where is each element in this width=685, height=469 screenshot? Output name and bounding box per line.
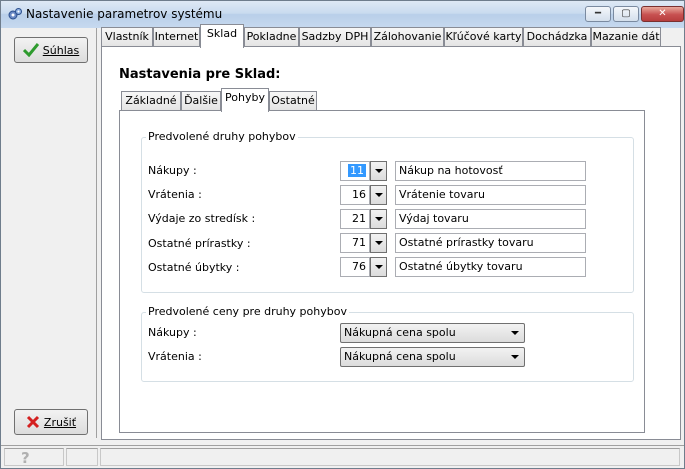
help-icon: ? [21,449,30,465]
tab-label: Sklad [206,27,238,40]
label-price-vratenia: Vrátenia : [148,350,202,363]
label-ostatne-ubytky: Ostatné úbytky : [148,261,240,274]
window-title: Nastavenie parametrov systému [26,7,223,21]
tab-pokladne[interactable]: Pokladne [244,27,299,47]
tab-label: Základné [125,94,177,107]
code-value: 71 [352,236,366,249]
checkmark-icon [22,43,39,57]
tab-internet[interactable]: Internet [153,27,200,47]
price-select-nakupy[interactable]: Nákupná cena spolu [340,323,525,343]
tab-sadzby-dph[interactable]: Sadzby DPH [299,27,371,47]
code-value: 11 [348,164,366,177]
close-button[interactable]: ✕ [641,6,684,22]
tab-label: Sadzby DPH [301,30,369,43]
label-vydaje: Výdaje zo stredísk : [148,212,256,225]
select-value: Nákupná cena spolu [344,326,456,339]
code-dropdown-button-ostatne-prirastky[interactable] [370,233,387,253]
close-icon: ✕ [658,8,667,19]
tab-label: Vlastník [105,30,149,43]
tab-label: Ostatné [271,94,315,107]
tab-klucove-karty[interactable]: Kľúčové karty [444,27,523,47]
maximize-icon: ▢ [621,8,631,19]
name-field-vratenia[interactable]: Vrátenie tovaru [395,185,586,205]
tab-label: Mazanie dát [592,30,660,43]
cancel-button-label: Zrušiť [43,415,77,429]
label-ostatne-prirastky: Ostatné prírastky : [148,237,251,250]
default-prices-group-title: Predvolené ceny pre druhy pohybov [146,305,349,318]
label-price-nakupy: Nákupy : [148,326,197,339]
code-input-nakupy[interactable]: 11 [340,161,370,181]
tab-label: Pohyby [225,91,265,104]
ok-button-label: Súhlas [42,43,80,57]
tab-vlastnik[interactable]: Vlastník [101,27,153,47]
subtab-dalsie[interactable]: Ďalšie [181,91,221,111]
status-bar: ? [1,445,684,468]
code-value: 76 [352,260,366,273]
svg-text:?: ? [21,449,30,465]
name-field-ostatne-prirastky[interactable]: Ostatné prírastky tovaru [395,233,586,253]
tab-label: Internet [154,30,199,43]
code-dropdown-button-nakupy[interactable] [370,161,387,181]
section-heading: Nastavenia pre Sklad: [119,67,281,82]
tab-dochadzka[interactable]: Dochádzka [523,27,591,47]
code-input-ostatne-prirastky[interactable]: 71 [340,233,370,253]
maximize-button[interactable]: ▢ [613,6,639,22]
ok-button[interactable]: Súhlas [14,37,88,63]
title-bar[interactable]: Nastavenie parametrov systému ━ ▢ ✕ [1,1,684,28]
settings-app-icon [8,8,22,20]
tab-label: Zálohovanie [373,30,442,43]
code-input-ostatne-ubytky[interactable]: 76 [340,257,370,277]
red-x-icon [26,415,39,429]
tab-mazanie-dat[interactable]: Mazanie dát [591,27,661,47]
code-dropdown-button-vydaje[interactable] [370,209,387,229]
code-dropdown-button-ostatne-ubytky[interactable] [370,257,387,277]
left-panel [2,28,97,438]
code-value: 16 [352,188,366,201]
status-text-area [100,448,680,466]
price-select-vratenia[interactable]: Nákupná cena spolu [340,347,525,367]
tab-zalohovanie[interactable]: Zálohovanie [371,27,444,47]
tab-label: Dochádzka [526,30,588,43]
tab-label: Ďalšie [184,94,218,107]
minimize-button[interactable]: ━ [585,6,611,22]
label-nakupy: Nákupy : [148,164,197,177]
name-field-ostatne-ubytky[interactable]: Ostatné úbytky tovaru [395,257,586,277]
subtab-ostatne[interactable]: Ostatné [269,91,317,111]
subtab-zakladne[interactable]: Základné [121,91,181,111]
code-input-vydaje[interactable]: 21 [340,209,370,229]
settings-window: Nastavenie parametrov systému ━ ▢ ✕ Súhl… [0,0,685,469]
status-cell [66,448,98,466]
name-field-vydaje[interactable]: Výdaj tovaru [395,209,586,229]
default-movements-group-title: Predvolené druhy pohybov [146,130,298,143]
subtab-pohyby[interactable]: Pohyby [221,88,269,112]
code-input-vratenia[interactable]: 16 [340,185,370,205]
tab-sklad[interactable]: Sklad [200,24,244,48]
code-value: 21 [352,212,366,225]
label-vratenia: Vrátenia : [148,188,202,201]
tab-label: Kľúčové karty [445,30,522,43]
select-value: Nákupná cena spolu [344,350,456,363]
status-cell-help[interactable]: ? [4,448,64,466]
minimize-icon: ━ [594,8,602,19]
tab-label: Pokladne [246,30,297,43]
code-dropdown-button-vratenia[interactable] [370,185,387,205]
name-field-nakupy[interactable]: Nákup na hotovosť [395,161,586,181]
cancel-button[interactable]: Zrušiť [14,409,88,435]
